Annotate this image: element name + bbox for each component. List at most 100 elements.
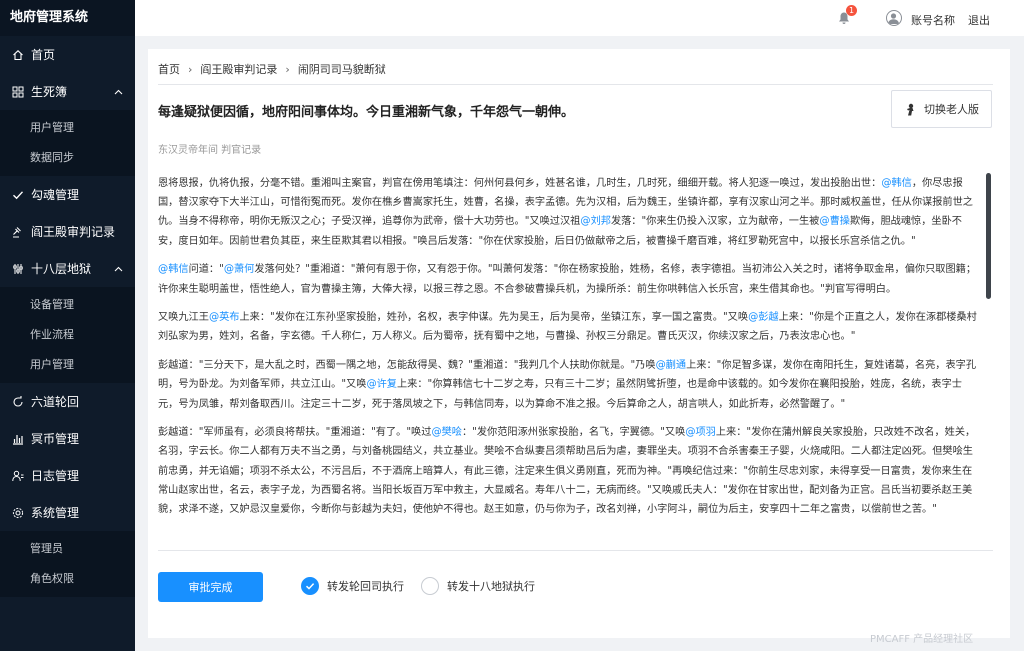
account-name[interactable]: 账号名称 [911, 12, 955, 28]
paragraph-text: 彭越道："军师虽有，必须良将帮扶。"重湘道："有了。"唤过 [158, 427, 432, 439]
switch-elder-mode-button[interactable]: 切换老人版 [891, 90, 992, 128]
mention-link[interactable]: @项羽 [685, 427, 716, 438]
chevron-right-icon: › [188, 62, 193, 76]
radio-eighteen-hells-label: 转发十八地狱执行 [447, 580, 535, 593]
paragraph: 彭越道："三分天下，是大乱之时，西蜀一隅之地，怎能敌得吴、魏？"重湘道："我判几… [158, 356, 981, 414]
mention-link[interactable]: @韩信 [158, 264, 189, 275]
paragraph: @韩信问道："@萧何发落何处？"重湘道："萧何有恩于你，又有怨于你。"叫萧何发落… [158, 260, 981, 298]
mention-link[interactable]: @韩信 [881, 178, 912, 189]
divider [158, 84, 993, 85]
sidebar-subitem-user-management-2[interactable]: 用户管理 [0, 350, 135, 380]
sidebar-item-reincarnation[interactable]: 六道轮回 [0, 383, 135, 420]
sidebar-submenu: 设备管理 作业流程 用户管理 [0, 287, 135, 383]
mention-link[interactable]: @樊哙 [431, 427, 462, 438]
paragraph-text: "唤吕后发落： [412, 235, 479, 247]
page-title: 每逢疑狱便因循，地府阳间事体均。今日重湘新气象，千年怨气一朝伸。 [158, 105, 575, 120]
radio-unchecked-icon[interactable] [421, 577, 439, 595]
mention-link[interactable]: @刘邦 [580, 216, 611, 227]
sidebar-item-label: 十八层地狱 [31, 262, 92, 276]
mention-link[interactable]: @许复 [366, 379, 397, 390]
content-scrollbar[interactable] [986, 173, 991, 299]
paragraph-text: 问道： [188, 264, 220, 276]
mention-link[interactable]: @萧何 [224, 264, 255, 275]
gear-icon [12, 507, 24, 519]
judgment-content[interactable]: 恩将恩报，仇将仇报，分毫不错。重湘叫主案官，判官在傍用笔填注：何州何县何乡，姓甚… [158, 174, 993, 546]
approve-button[interactable]: 审批完成 [158, 572, 263, 602]
sidebar-submenu: 管理员 角色权限 [0, 531, 135, 597]
mention-link[interactable]: @彭越 [748, 312, 779, 323]
user-log-icon [12, 470, 24, 482]
radio-reincarnation[interactable]: 转发轮回司执行 [301, 577, 404, 595]
sidebar-item-label: 六道轮回 [31, 395, 80, 409]
sidebar: 地府管理系统 首页 生死簿 用户管理 数据同步 勾魂管理 阎王殿审判记录 十八层… [0, 0, 135, 651]
sidebar-subitem-data-sync[interactable]: 数据同步 [0, 143, 135, 173]
chevron-up-icon [114, 263, 123, 277]
paragraph-text: 上来："发你在江东孙坚家投胎，姓孙，名权，表字仲谋。先为吴王，后为吴帝，坐镇江东… [239, 312, 749, 324]
check-icon [12, 189, 24, 201]
home-icon [12, 49, 24, 61]
paragraph-text: 发落： [610, 216, 642, 228]
divider [158, 550, 993, 551]
radio-eighteen-hells[interactable]: 转发十八地狱执行 [421, 577, 535, 595]
paragraph-text: 彭越道："三分天下，是大乱之时，西蜀一隅之地，怎能敌得吴、魏？"重湘道："我判几… [158, 360, 656, 372]
paragraph: 又唤九江王@英布上来："发你在江东孙坚家投胎，姓孙，名权，表字仲谋。先为吴王，后… [158, 308, 981, 346]
sidebar-item-trial-records[interactable]: 阎王殿审判记录 [0, 213, 135, 250]
sidebar-subitem-device-management[interactable]: 设备管理 [0, 290, 135, 320]
notification-badge: 1 [846, 5, 857, 16]
paragraph-text: 上来："发你在蒲州解良关家投胎，只改姓不改名，姓关，名羽，字云长。你二人都有万夫… [158, 427, 976, 516]
record-meta: 东汉灵帝年间 判官记录 [158, 145, 262, 156]
chevron-right-icon: › [285, 62, 290, 76]
gavel-icon [12, 226, 24, 238]
paragraph-text: 又唤九江王 [158, 312, 209, 324]
sidebar-item-label: 日志管理 [31, 469, 80, 483]
paragraph-text: "你来生仍投入汉家，立为献帝，一生被 [641, 216, 820, 228]
mention-link[interactable]: @曹操 [819, 216, 850, 227]
sidebar-subitem-roles[interactable]: 角色权限 [0, 564, 135, 594]
sidebar-item-label: 系统管理 [31, 506, 80, 520]
sidebar-item-currency[interactable]: 冥币管理 [0, 420, 135, 457]
main-card: 首页 › 阎王殿审判记录 › 闹阴司司马貌断狱 每逢疑狱便因循，地府阳间事体均。… [148, 49, 1010, 638]
sidebar-submenu: 用户管理 数据同步 [0, 110, 135, 176]
sidebar-item-system[interactable]: 系统管理 [0, 494, 135, 531]
sidebar-subitem-admins[interactable]: 管理员 [0, 534, 135, 564]
sidebar-subitem-workflow[interactable]: 作业流程 [0, 320, 135, 350]
watermark: PMCAFF 产品经理社区 [870, 634, 974, 645]
sidebar-item-label: 冥币管理 [31, 432, 80, 446]
bar-chart-icon [12, 433, 24, 445]
paragraph-text: 发落何处？"重湘道："萧何有恩于你，又有怨于你。"叫萧何发落："你在杨家投胎，姓… [158, 264, 977, 295]
mention-link[interactable]: @英布 [209, 312, 240, 323]
logout-link[interactable]: 退出 [968, 12, 990, 28]
chevron-up-icon [114, 86, 123, 100]
avatar[interactable] [886, 10, 902, 26]
breadcrumb-current: 闹阴司司马貌断狱 [297, 63, 386, 76]
paragraph: 彭越道："军师虽有，必须良将帮扶。"重湘道："有了。"唤过@樊哙："发你范阳涿州… [158, 423, 981, 519]
sidebar-item-logs[interactable]: 日志管理 [0, 457, 135, 494]
paragraph-text: "又唤过汉祖 [524, 216, 581, 228]
cycle-icon [12, 395, 24, 408]
sidebar-item-label: 勾魂管理 [31, 188, 80, 202]
sidebar-item-label: 生死簿 [31, 85, 68, 99]
paragraph-text: ："发你范阳涿州张家投胎，名飞，字翼德。"又唤 [462, 427, 686, 439]
sidebar-item-label: 阎王殿审判记录 [31, 225, 116, 239]
radio-checked-icon[interactable] [301, 577, 319, 595]
breadcrumb-home[interactable]: 首页 [158, 61, 180, 77]
sidebar-item-label: 首页 [31, 48, 56, 62]
breadcrumb-trial-records[interactable]: 阎王殿审判记录 [200, 61, 277, 77]
elder-icon [906, 103, 914, 115]
sidebar-item-eighteen-hells[interactable]: 十八层地狱 [0, 250, 135, 287]
paragraph-text: 恩将恩报，仇将仇报，分毫不错。重湘叫主案官，判官在傍用笔填注：何州何县何乡，姓甚… [158, 178, 882, 189]
sidebar-subitem-user-management[interactable]: 用户管理 [0, 113, 135, 143]
sidebar-item-soul-capture[interactable]: 勾魂管理 [0, 176, 135, 213]
sidebar-item-life-death-book[interactable]: 生死簿 [0, 73, 135, 110]
paragraph-text: "你在伏家投胎，后日仍做献帝之后，被曹操千磨百难，将红罗勒死宫中，以报长乐宫杀信… [478, 235, 916, 247]
radio-reincarnation-label: 转发轮回司执行 [327, 580, 404, 593]
switch-elder-mode-label: 切换老人版 [924, 103, 979, 116]
mention-link[interactable]: @蒯通 [656, 360, 687, 371]
breadcrumb: 首页 › 阎王殿审判记录 › 闹阴司司马貌断狱 [158, 61, 386, 77]
app-title: 地府管理系统 [0, 0, 135, 36]
top-bar: 1 账号名称 退出 [135, 0, 1024, 36]
grid-icon [12, 86, 24, 98]
paragraph: 恩将恩报，仇将仇报，分毫不错。重湘叫主案官，判官在傍用笔填注：何州何县何乡，姓甚… [158, 174, 981, 251]
sliders-icon [12, 263, 24, 275]
sidebar-item-home[interactable]: 首页 [0, 36, 135, 73]
